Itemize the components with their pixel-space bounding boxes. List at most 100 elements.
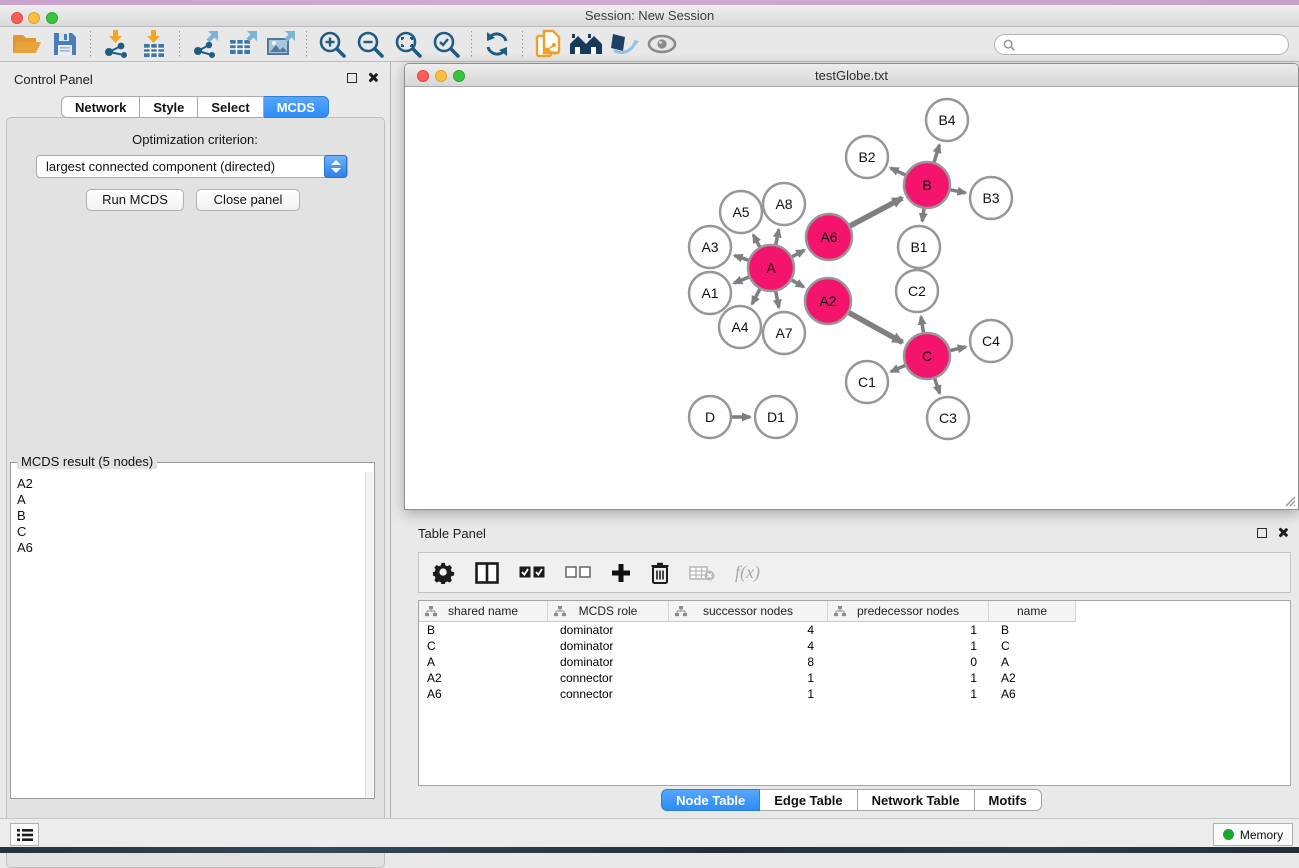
zoom-out-icon[interactable] — [353, 29, 387, 59]
refresh-icon[interactable] — [480, 29, 514, 59]
import-network-icon[interactable] — [99, 29, 133, 59]
toggle-graphics-details-icon[interactable] — [607, 29, 641, 59]
graph-node-A6[interactable]: A6 — [806, 214, 852, 260]
function-builder-icon[interactable]: f(x) — [735, 562, 760, 583]
column-header-shared-name[interactable]: shared name — [419, 601, 548, 622]
edge-A-A2[interactable] — [792, 280, 804, 287]
mcds-result-item[interactable]: A — [17, 492, 365, 508]
graph-node-A4[interactable]: A4 — [719, 306, 761, 348]
table-row[interactable]: A6connector11A6 — [419, 686, 1290, 702]
graph-node-A2[interactable]: A2 — [805, 278, 851, 324]
graph-node-C3[interactable]: C3 — [927, 397, 969, 439]
delete-table-icon[interactable] — [689, 559, 715, 587]
select-all-columns-icon[interactable] — [519, 559, 545, 587]
edge-A-A1[interactable] — [734, 277, 749, 283]
search-box[interactable] — [994, 34, 1289, 55]
import-table-icon[interactable] — [137, 29, 171, 59]
gear-icon[interactable] — [433, 559, 455, 587]
table-row[interactable]: Cdominator41C — [419, 638, 1290, 654]
table-row[interactable]: Bdominator41B — [419, 622, 1290, 638]
clone-network-icon[interactable] — [531, 29, 565, 59]
table-row[interactable]: A2connector11A2 — [419, 670, 1290, 686]
edge-A-A8[interactable] — [776, 230, 779, 245]
float-panel-icon[interactable] — [347, 73, 357, 83]
edge-A2-C[interactable] — [849, 313, 903, 343]
network-window-titlebar[interactable]: testGlobe.txt — [405, 64, 1298, 87]
mcds-result-item[interactable]: A6 — [17, 540, 365, 556]
zoom-in-icon[interactable] — [315, 29, 349, 59]
mcds-result-item[interactable]: A2 — [17, 476, 365, 492]
edge-B-B4[interactable] — [934, 145, 939, 162]
edge-A-A3[interactable] — [735, 256, 749, 261]
eye-icon[interactable] — [645, 29, 679, 59]
graph-node-C4[interactable]: C4 — [970, 320, 1012, 362]
edge-A-A5[interactable] — [753, 235, 759, 247]
fit-content-icon[interactable] — [391, 29, 425, 59]
graph-node-B[interactable]: B — [904, 162, 950, 208]
tab-style[interactable]: Style — [140, 96, 198, 118]
graph-node-C1[interactable]: C1 — [846, 361, 888, 403]
task-history-button[interactable] — [10, 823, 39, 846]
save-icon[interactable] — [48, 29, 82, 59]
graph-node-A3[interactable]: A3 — [689, 226, 731, 268]
tab-network[interactable]: Network — [61, 96, 140, 118]
edge-C-C1[interactable] — [891, 366, 905, 372]
network-canvas[interactable]: B4 B2 B B3 A5A8A6 A3 B1 A A1 C2 A2 A4A7 C4 C C1 D D1 C3 — [405, 87, 1298, 509]
mcds-list-scrollbar[interactable] — [365, 472, 373, 797]
mcds-result-item[interactable]: B — [17, 508, 365, 524]
close-panel-button[interactable]: Close panel — [196, 189, 300, 211]
network-home-icon[interactable] — [569, 29, 603, 59]
tab-edge-table[interactable]: Edge Table — [760, 789, 857, 811]
graph-node-A[interactable]: A — [748, 245, 794, 291]
column-header-successor-nodes[interactable]: successor nodes — [669, 601, 828, 622]
graph-node-D[interactable]: D — [689, 396, 731, 438]
graph-node-B3[interactable]: B3 — [970, 177, 1012, 219]
edge-A6-B[interactable] — [850, 198, 902, 226]
graph-node-B4[interactable]: B4 — [926, 99, 968, 141]
run-mcds-button[interactable]: Run MCDS — [86, 189, 184, 211]
table-row[interactable]: Adominator80A — [419, 654, 1290, 670]
edge-C-C2[interactable] — [921, 317, 923, 333]
export-table-icon[interactable] — [226, 29, 260, 59]
zoom-selected-icon[interactable] — [429, 29, 463, 59]
export-image-icon[interactable] — [264, 29, 298, 59]
graph-node-A8[interactable]: A8 — [763, 183, 805, 225]
edge-A-A4[interactable] — [752, 289, 760, 304]
edge-B-B2[interactable] — [891, 168, 906, 175]
edge-A-A7[interactable] — [776, 292, 779, 308]
close-panel-icon[interactable] — [1277, 527, 1288, 538]
tab-motifs[interactable]: Motifs — [975, 789, 1042, 811]
graph-node-A7[interactable]: A7 — [763, 312, 805, 354]
graph-node-B1[interactable]: B1 — [898, 226, 940, 268]
delete-column-icon[interactable] — [651, 559, 669, 587]
graph-node-D1[interactable]: D1 — [755, 396, 797, 438]
optimization-criterion-select[interactable]: largest connected component (directed) — [36, 155, 348, 178]
mcds-result-item[interactable]: C — [17, 524, 365, 540]
graph-node-C2[interactable]: C2 — [896, 270, 938, 312]
graph-node-C[interactable]: C — [904, 333, 950, 379]
column-header-name[interactable]: name — [989, 601, 1076, 622]
export-network-icon[interactable] — [188, 29, 222, 59]
float-panel-icon[interactable] — [1257, 528, 1267, 538]
column-header-predecessor-nodes[interactable]: predecessor nodes — [828, 601, 989, 622]
graph-node-A1[interactable]: A1 — [689, 272, 731, 314]
edge-B-B3[interactable] — [951, 190, 966, 193]
graph-node-A5[interactable]: A5 — [720, 191, 762, 233]
tab-mcds[interactable]: MCDS — [264, 96, 329, 118]
graph-node-B2[interactable]: B2 — [846, 136, 888, 178]
tab-select[interactable]: Select — [198, 96, 263, 118]
edge-B-B1[interactable] — [922, 209, 924, 221]
edge-A-A6[interactable] — [792, 250, 804, 257]
edge-C-C4[interactable] — [950, 347, 965, 351]
memory-button[interactable]: Memory — [1213, 823, 1293, 846]
deselect-all-columns-icon[interactable] — [565, 559, 591, 587]
tab-node-table[interactable]: Node Table — [661, 789, 760, 811]
edge-C-C3[interactable] — [935, 379, 940, 394]
column-header-mcds-role[interactable]: MCDS role — [548, 601, 669, 622]
close-panel-icon[interactable] — [367, 72, 378, 83]
window-resize-grip[interactable] — [1283, 494, 1296, 507]
tab-network-table[interactable]: Network Table — [858, 789, 975, 811]
add-column-icon[interactable] — [611, 559, 631, 587]
column-layout-icon[interactable] — [475, 559, 499, 587]
open-folder-icon[interactable] — [10, 29, 44, 59]
